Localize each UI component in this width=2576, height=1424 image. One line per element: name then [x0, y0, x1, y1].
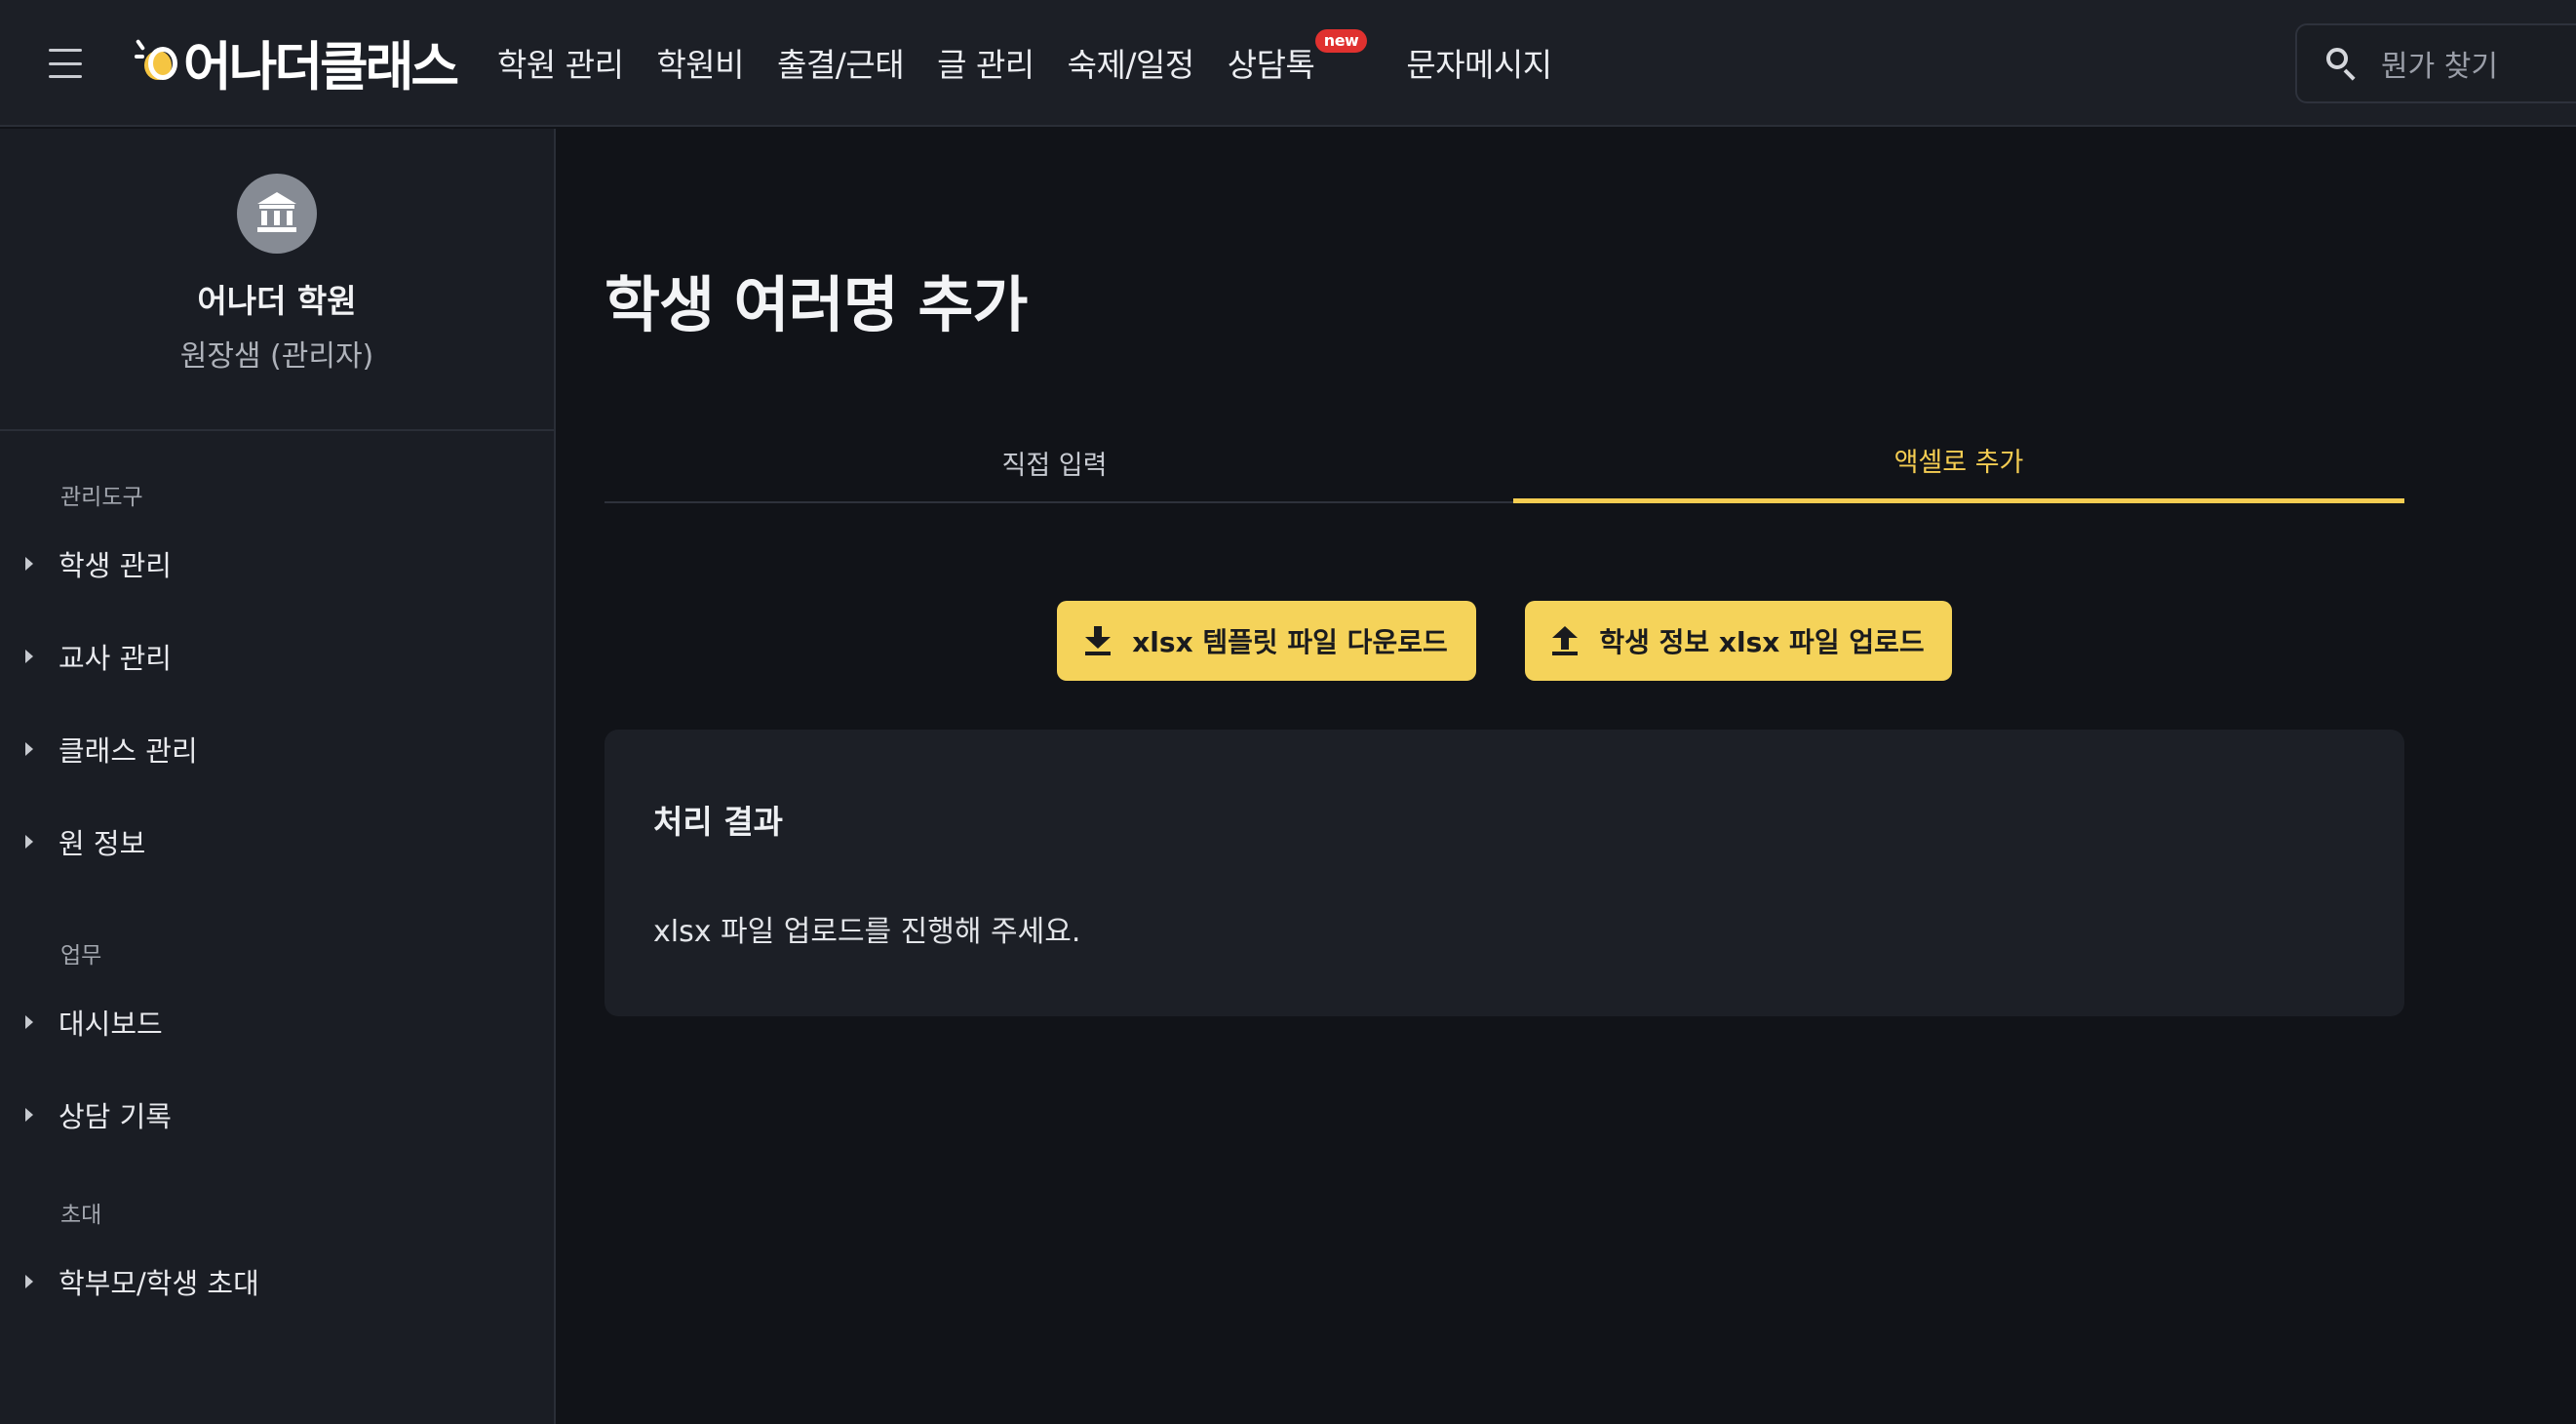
user-role: 원장샘 (관리자) [179, 339, 374, 374]
menu-icon[interactable] [49, 49, 82, 78]
caret-right-icon [25, 1274, 33, 1288]
sidebar-item-label: 상담 기록 [59, 1099, 172, 1133]
bank-icon [257, 192, 296, 233]
academy-profile: 어나더 학원 원장샘 (관리자) [0, 129, 554, 431]
section-label: 관리도구 [60, 485, 143, 510]
sidebar-item-invite[interactable]: 학부모/학생 초대 [0, 1235, 554, 1327]
download-icon [1085, 626, 1112, 655]
sidebar-item-label: 클래스 관리 [59, 733, 198, 768]
sidebar-item-label: 학생 관리 [59, 548, 172, 582]
sidebar-item-class-management[interactable]: 클래스 관리 [0, 702, 554, 795]
sidebar-item-label: 교사 관리 [59, 641, 172, 675]
section-work: 업무 대시보드 상담 기록 [0, 936, 554, 1161]
sidebar-item-dashboard[interactable]: 대시보드 [0, 975, 554, 1068]
upload-icon [1552, 626, 1579, 655]
search-input[interactable]: 뭔가 찾기 [2295, 23, 2576, 103]
sidebar-item-student-management[interactable]: 학생 관리 [0, 517, 554, 610]
nav-consult-talk-label: 상담톡 [1227, 46, 1315, 84]
nav-academy-management[interactable]: 학원 관리 [497, 39, 624, 86]
caret-right-icon [25, 1014, 33, 1029]
sidebar-item-academy-info[interactable]: 원 정보 [0, 795, 554, 888]
logo-sun-icon [135, 38, 179, 84]
section-label: 업무 [60, 943, 102, 969]
caret-right-icon [25, 556, 33, 571]
result-panel: 처리 결과 xlsx 파일 업로드를 진행해 주세요. [605, 730, 2404, 1016]
caret-right-icon [25, 1107, 33, 1122]
result-title: 처리 결과 [653, 803, 783, 841]
sidebar-item-consult-records[interactable]: 상담 기록 [0, 1068, 554, 1161]
search-icon [2326, 48, 2358, 81]
section-invite: 초대 학부모/학생 초대 [0, 1196, 554, 1327]
main-nav: 학원 관리 학원비 출결/근태 글 관리 숙제/일정 상담톡 new 문자메시지 [497, 29, 1585, 92]
nav-posts[interactable]: 글 관리 [937, 39, 1034, 86]
nav-attendance[interactable]: 출결/근태 [777, 39, 905, 86]
sidebar-item-label: 원 정보 [59, 826, 146, 860]
nav-consult-talk[interactable]: 상담톡 new [1227, 29, 1368, 86]
tab-direct-input[interactable]: 직접 입력 [605, 421, 1504, 503]
new-badge: new [1314, 29, 1368, 53]
sidebar: 어나더 학원 원장샘 (관리자) 관리도구 학생 관리 교사 관리 클래스 관리… [0, 129, 556, 1424]
sidebar-item-teacher-management[interactable]: 교사 관리 [0, 610, 554, 702]
upload-xlsx-button[interactable]: 학생 정보 xlsx 파일 업로드 [1525, 601, 1952, 681]
sidebar-item-label: 학부모/학생 초대 [59, 1266, 259, 1300]
caret-right-icon [25, 834, 33, 849]
nav-tuition[interactable]: 학원비 [656, 39, 744, 86]
tab-excel-add[interactable]: 액셀로 추가 [1513, 421, 2404, 503]
caret-right-icon [25, 649, 33, 663]
section-label: 초대 [60, 1203, 102, 1228]
caret-right-icon [25, 741, 33, 756]
upload-button-label: 학생 정보 xlsx 파일 업로드 [1599, 626, 1925, 658]
logo-text: 어나더클래스 [183, 35, 459, 98]
download-button-label: xlsx 템플릿 파일 다운로드 [1132, 626, 1448, 658]
academy-name: 어나더 학원 [197, 282, 357, 320]
main-content: 학생 여러명 추가 직접 입력 액셀로 추가 xlsx 템플릿 파일 다운로드 … [558, 129, 2576, 1424]
top-header: 어나더클래스 학원 관리 학원비 출결/근태 글 관리 숙제/일정 상담톡 ne… [0, 0, 2576, 127]
logo[interactable]: 어나더클래스 [135, 29, 459, 98]
result-message: xlsx 파일 업로드를 진행해 주세요. [653, 915, 1081, 949]
section-management-tools: 관리도구 학생 관리 교사 관리 클래스 관리 원 정보 [0, 478, 554, 888]
download-template-button[interactable]: xlsx 템플릿 파일 다운로드 [1057, 601, 1476, 681]
avatar[interactable] [237, 174, 317, 254]
nav-sms[interactable]: 문자메시지 [1406, 39, 1552, 86]
sidebar-item-label: 대시보드 [59, 1007, 163, 1041]
nav-homework-schedule[interactable]: 숙제/일정 [1068, 39, 1195, 86]
page-title: 학생 여러명 추가 [605, 269, 1028, 340]
search-placeholder: 뭔가 찾기 [2381, 50, 2498, 84]
